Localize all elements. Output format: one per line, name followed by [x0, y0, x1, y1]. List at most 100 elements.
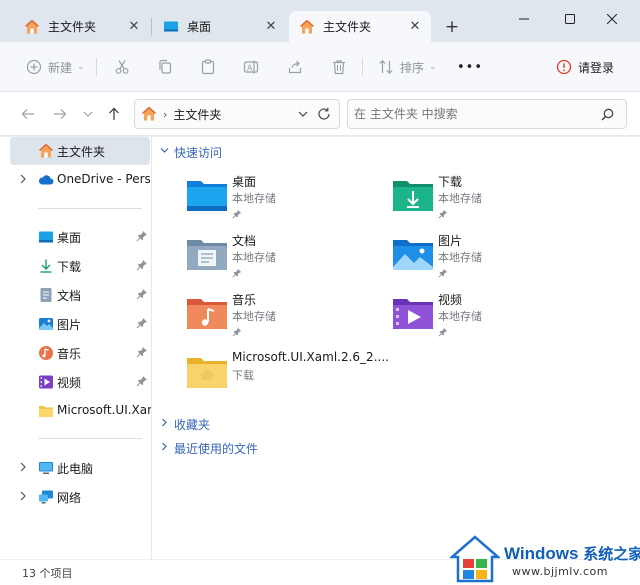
- sort-label: 排序: [400, 60, 425, 75]
- sidebar-item-downloads[interactable]: 下载: [0, 252, 151, 280]
- tab-desktop[interactable]: 桌面 ✕: [153, 11, 287, 42]
- sidebar-item-label: 图片: [57, 318, 82, 332]
- video-icon: [39, 375, 53, 389]
- download-icon: [40, 259, 52, 273]
- content-pane: 快速访问 桌面 本地存储 下载 本地存储 文档 本地存储 图片 本地存储 音乐 …: [152, 137, 640, 559]
- cut-button[interactable]: [114, 56, 130, 78]
- minimize-icon: [519, 18, 529, 20]
- arrow-right-icon: [54, 109, 67, 119]
- sidebar-item-videos[interactable]: 视频: [0, 368, 151, 396]
- pin-icon[interactable]: [136, 317, 148, 332]
- search-input[interactable]: [354, 107, 584, 121]
- address-bar[interactable]: › 主文件夹: [134, 99, 340, 129]
- chevron-right-icon[interactable]: [19, 491, 27, 504]
- search-icon[interactable]: [601, 108, 614, 124]
- section-favorites[interactable]: 收藏夹: [160, 415, 210, 433]
- folder-tile-music[interactable]: 音乐 本地存储: [186, 291, 386, 345]
- navigation-pane: 主文件夹 OneDrive - Personal 桌面 下载 文档 图片 音乐 …: [0, 137, 152, 559]
- pictures-folder-icon: [393, 240, 433, 270]
- arrow-up-icon: [109, 107, 119, 120]
- close-icon[interactable]: ✕: [407, 18, 423, 34]
- pin-icon[interactable]: [136, 375, 148, 390]
- alert-icon: [556, 59, 572, 75]
- maximize-button[interactable]: [558, 8, 582, 30]
- sidebar-item-label: 文档: [57, 289, 82, 303]
- close-window-button[interactable]: [600, 8, 624, 30]
- tab-home-active[interactable]: 主文件夹 ✕: [289, 11, 431, 42]
- up-button[interactable]: [105, 105, 123, 123]
- pin-icon: [232, 208, 242, 222]
- minimize-button[interactable]: [512, 8, 536, 30]
- folder-tile-desktop[interactable]: 桌面 本地存储: [186, 173, 386, 227]
- tab-home-1[interactable]: 主文件夹 ✕: [14, 11, 150, 42]
- breadcrumb[interactable]: 主文件夹: [173, 106, 221, 123]
- divider: [38, 208, 142, 209]
- home-icon: [299, 19, 315, 33]
- chevron-right-icon[interactable]: [19, 174, 27, 187]
- tab-divider: [151, 18, 152, 36]
- folder-location: 本地存储: [232, 310, 276, 323]
- videos-folder-icon: [393, 299, 433, 329]
- pin-icon[interactable]: [136, 288, 148, 303]
- network-icon: [39, 490, 53, 504]
- document-icon: [40, 288, 52, 302]
- close-icon[interactable]: ✕: [126, 18, 142, 34]
- copy-button[interactable]: [157, 56, 173, 78]
- pin-icon[interactable]: [136, 259, 148, 274]
- pin-icon[interactable]: [136, 346, 148, 361]
- folder-name: Microsoft.UI.Xaml.2.6_2....: [232, 350, 389, 364]
- windows-house-logo-icon: [450, 535, 500, 583]
- share-button[interactable]: [287, 56, 303, 78]
- recent-locations-button[interactable]: [79, 105, 97, 123]
- search-box[interactable]: [347, 99, 627, 129]
- sidebar-item-home[interactable]: 主文件夹: [10, 137, 150, 165]
- chevron-right-icon[interactable]: [19, 462, 27, 475]
- folder-tile-xaml[interactable]: Microsoft.UI.Xaml.2.6_2.... 下载: [186, 350, 406, 404]
- folder-tile-videos[interactable]: 视频 本地存储: [392, 291, 592, 345]
- sidebar-item-xaml-folder[interactable]: Microsoft.UI.Xaml.2.6_2.62108.18004.0_x6…: [0, 397, 151, 425]
- new-tab-button[interactable]: +: [443, 17, 461, 37]
- rename-button[interactable]: A: [243, 56, 259, 78]
- sidebar-item-label: 下载: [57, 260, 82, 274]
- refresh-icon[interactable]: [317, 107, 331, 124]
- sidebar-item-this-pc[interactable]: 此电脑: [0, 454, 151, 482]
- section-quick-access[interactable]: 快速访问: [160, 143, 222, 161]
- new-button[interactable]: 新建 ⌄: [26, 56, 85, 78]
- new-label: 新建: [48, 60, 73, 75]
- folder-icon: [39, 406, 53, 417]
- chevron-down-icon[interactable]: [297, 108, 309, 123]
- computer-icon: [39, 462, 53, 474]
- sidebar-item-documents[interactable]: 文档: [0, 281, 151, 309]
- section-recent-files[interactable]: 最近使用的文件: [160, 439, 258, 457]
- folder-name: 桌面: [232, 175, 257, 189]
- folder-tile-pictures[interactable]: 图片 本地存储: [392, 232, 592, 286]
- trash-icon: [333, 60, 345, 75]
- paste-button[interactable]: [200, 56, 216, 78]
- section-title: 快速访问: [174, 145, 223, 160]
- sidebar-item-pictures[interactable]: 图片: [0, 310, 151, 338]
- breadcrumb-separator: ›: [163, 107, 168, 121]
- documents-folder-icon: [187, 240, 227, 270]
- pin-icon[interactable]: [136, 230, 148, 245]
- pictures-icon: [39, 318, 53, 330]
- sidebar-item-desktop[interactable]: 桌面: [0, 223, 151, 251]
- chevron-right-icon: [160, 418, 172, 430]
- folder-tile-documents[interactable]: 文档 本地存储: [186, 232, 386, 286]
- sidebar-item-onedrive[interactable]: OneDrive - Personal: [0, 166, 151, 194]
- forward-button[interactable]: [51, 105, 69, 123]
- delete-button[interactable]: [331, 56, 347, 78]
- login-button[interactable]: 请登录: [556, 56, 614, 78]
- rename-icon: A: [243, 60, 259, 74]
- more-options-button[interactable]: •••: [457, 56, 483, 78]
- sidebar-item-music[interactable]: 音乐: [0, 339, 151, 367]
- command-bar: 新建 ⌄ A 排序 ⌄ ••• 请登录: [0, 42, 640, 92]
- watermark-title-cn: 系统之家: [583, 546, 640, 563]
- close-icon[interactable]: ✕: [263, 18, 279, 34]
- folder-tile-downloads[interactable]: 下载 本地存储: [392, 173, 592, 227]
- sort-button[interactable]: 排序 ⌄: [378, 56, 437, 78]
- folder-location: 本地存储: [232, 192, 276, 205]
- back-button[interactable]: [19, 105, 37, 123]
- sidebar-item-network[interactable]: 网络: [0, 483, 151, 511]
- plus-circle-icon: [26, 59, 42, 75]
- home-icon: [24, 19, 40, 33]
